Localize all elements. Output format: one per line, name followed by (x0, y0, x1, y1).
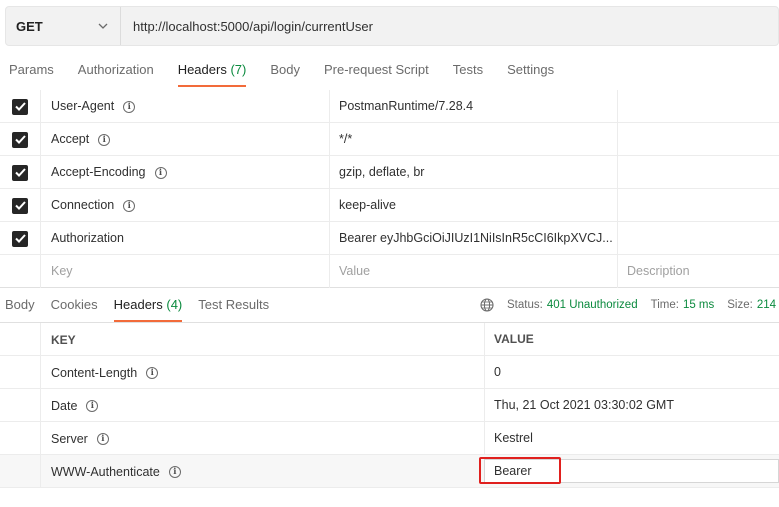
tab-authorization[interactable]: Authorization (78, 57, 154, 83)
chevron-down-icon (98, 23, 108, 29)
info-icon: i (86, 399, 99, 412)
info-icon: i (98, 133, 111, 146)
tab-cookies[interactable]: Cookies (51, 292, 98, 318)
table-row-new: Key Value Description (0, 255, 779, 288)
response-headers-table: KEY VALUE Content-Length i 0 Date i Thu, 2… (0, 322, 779, 488)
response-header-value: Thu, 21 Oct 2021 03:30:02 GMT (494, 398, 674, 412)
tab-response-body[interactable]: Body (5, 292, 35, 318)
header-key[interactable]: Connection (51, 189, 114, 222)
header-key[interactable]: Accept (51, 123, 89, 156)
info-icon: i (96, 432, 109, 445)
status-value[interactable]: 401 Unauthorized (547, 299, 638, 311)
header-value[interactable]: gzip, deflate, br (339, 156, 614, 189)
info-icon: i (123, 199, 136, 212)
description-placeholder[interactable]: Description (627, 255, 690, 288)
key-placeholder[interactable]: Key (51, 255, 73, 288)
table-row: Date i Thu, 21 Oct 2021 03:30:02 GMT (0, 389, 779, 422)
header-value[interactable]: */* (339, 123, 614, 156)
table-row: Accept-Encoding i gzip, deflate, br (0, 156, 779, 189)
info-icon: i (154, 166, 167, 179)
header-checkbox[interactable] (12, 131, 28, 148)
highlight-annotation (479, 457, 561, 484)
check-icon (14, 234, 26, 243)
headers-count: (7) (230, 62, 247, 77)
tab-settings[interactable]: Settings (507, 57, 554, 83)
table-row: Server i Kestrel (0, 422, 779, 455)
response-tabs: Body Cookies Headers (4) Test Results (0, 292, 280, 322)
header-value[interactable]: PostmanRuntime/7.28.4 (339, 90, 614, 123)
response-header-value: Kestrel (494, 431, 533, 445)
check-icon (14, 102, 26, 111)
time-value[interactable]: 15 ms (683, 299, 714, 311)
table-row: Accept i */* (0, 123, 779, 156)
url-input[interactable]: http://localhost:5000/api/login/currentU… (121, 19, 373, 34)
value-placeholder[interactable]: Value (339, 255, 614, 288)
column-value: VALUE (494, 332, 534, 346)
request-headers-table: User-Agent i PostmanRuntime/7.28.4 Accept… (0, 90, 779, 288)
check-icon (14, 168, 26, 177)
table-row: Authorization Bearer eyJhbGciOiJIUzI1NiI… (0, 222, 779, 255)
table-row: WWW-Authenticate i Bearer (0, 455, 779, 488)
table-row: Content-Length i 0 (0, 356, 779, 389)
request-bar: GET http://localhost:5000/api/login/curr… (5, 6, 779, 46)
header-key[interactable]: User-Agent (51, 90, 114, 123)
check-icon (14, 135, 26, 144)
header-checkbox[interactable] (12, 98, 28, 115)
request-tabs: Params Authorization Headers (7) Body Pr… (0, 57, 569, 87)
method-label: GET (16, 18, 43, 34)
tab-response-headers[interactable]: Headers (4) (113, 292, 183, 322)
tab-test-results[interactable]: Test Results (198, 292, 269, 318)
tab-params[interactable]: Params (9, 57, 54, 83)
info-icon: i (123, 100, 136, 113)
tab-pre-request-script[interactable]: Pre-request Script (324, 57, 429, 83)
response-header-key: Content-Length (51, 365, 138, 380)
info-icon: i (168, 465, 181, 478)
time-label: Time: (650, 299, 679, 311)
response-header-key: WWW-Authenticate (51, 464, 160, 479)
response-headers-count: (4) (166, 297, 183, 312)
check-icon (14, 201, 26, 210)
header-key[interactable]: Accept-Encoding (51, 156, 146, 189)
response-status: Status: 401 Unauthorized Time: 15 ms Siz… (480, 292, 776, 318)
size-value[interactable]: 214 (757, 299, 776, 311)
table-row: Connection i keep-alive (0, 189, 779, 222)
status-label: Status: (507, 299, 543, 311)
header-checkbox[interactable] (12, 164, 28, 181)
table-header-row: KEY VALUE (0, 323, 779, 356)
size-label: Size: (727, 299, 753, 311)
response-header-key: Date (51, 398, 78, 413)
header-value[interactable]: Bearer eyJhbGciOiJIUzI1NiIsInR5cCI6IkpXV… (339, 222, 614, 255)
column-key: KEY (51, 332, 76, 347)
header-key[interactable]: Authorization (51, 222, 124, 255)
globe-icon[interactable] (480, 298, 494, 312)
tab-tests[interactable]: Tests (453, 57, 483, 83)
table-row: User-Agent i PostmanRuntime/7.28.4 (0, 90, 779, 123)
header-checkbox[interactable] (12, 197, 28, 214)
header-checkbox[interactable] (12, 230, 28, 247)
header-value[interactable]: keep-alive (339, 189, 614, 222)
response-header-value: 0 (494, 365, 501, 379)
response-header-key: Server (51, 431, 88, 446)
method-select[interactable]: GET (6, 7, 121, 45)
info-icon: i (146, 366, 159, 379)
tab-body[interactable]: Body (270, 57, 300, 83)
tab-headers[interactable]: Headers (7) (177, 57, 247, 87)
